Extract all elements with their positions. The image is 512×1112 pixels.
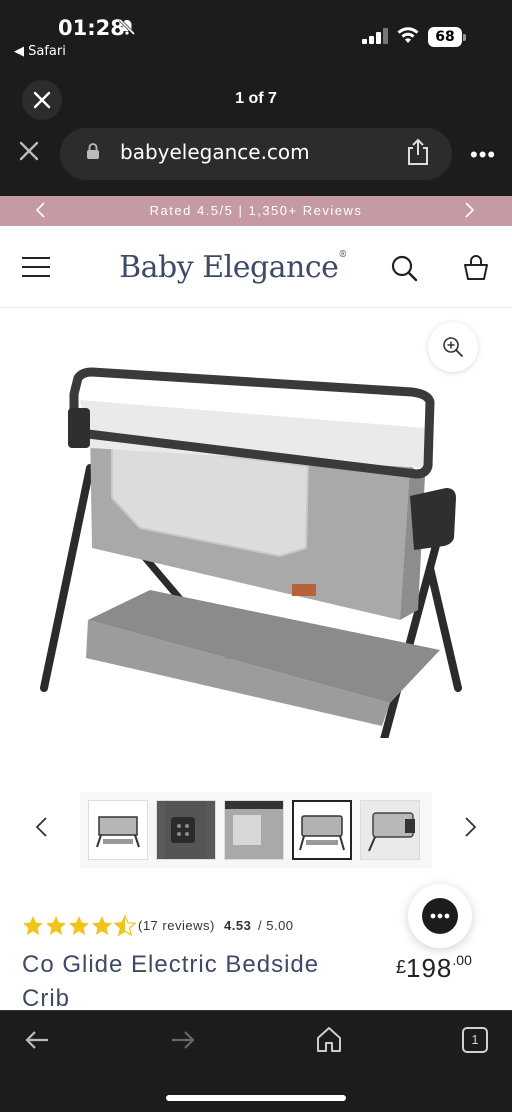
battery-indicator: 68	[428, 27, 466, 47]
address-bar-row: babyelegance.com •••	[0, 128, 512, 196]
search-icon[interactable]	[390, 254, 418, 282]
registered-mark: ®	[338, 250, 347, 260]
tabs-button[interactable]: 1	[462, 1027, 488, 1053]
star-icon	[92, 916, 112, 935]
half-star-icon	[114, 915, 136, 936]
thumbnail-1[interactable]	[88, 800, 148, 860]
chat-bubble-icon	[430, 913, 450, 919]
zoom-in-icon	[443, 337, 463, 357]
thumbnail-5-image	[361, 801, 419, 859]
battery-level: 68	[428, 27, 462, 47]
thumbnail-3-image	[225, 801, 283, 859]
review-count-link[interactable]: (17 reviews)	[138, 918, 215, 933]
viewer-bar: 1 of 7	[0, 70, 512, 128]
star-icon	[69, 916, 89, 935]
promo-banner: Rated 4.5/5 | 1,350+ Reviews	[0, 196, 512, 226]
back-arrow-icon[interactable]	[24, 1029, 50, 1051]
brand-logo-text: Baby Elegance	[119, 250, 339, 285]
bedside-crib-image[interactable]	[30, 358, 470, 738]
star-icon	[23, 916, 43, 935]
close-tab-icon[interactable]	[18, 140, 40, 162]
lock-icon	[87, 143, 99, 159]
safari-toolbar: 1	[0, 1010, 512, 1112]
thumbnail-carousel	[0, 788, 512, 870]
forward-arrow-icon[interactable]	[170, 1029, 196, 1051]
promo-text: Rated 4.5/5 | 1,350+ Reviews	[149, 203, 363, 218]
thumbnail-2[interactable]	[156, 800, 216, 860]
url-text[interactable]: babyelegance.com	[120, 140, 310, 164]
home-icon[interactable]	[316, 1025, 342, 1053]
status-time: 01:28	[58, 16, 125, 40]
home-indicator	[166, 1095, 346, 1101]
price-main: 198	[406, 953, 453, 983]
product-gallery	[0, 308, 512, 788]
page-counter: 1 of 7	[235, 90, 277, 107]
promo-next-icon[interactable]	[464, 201, 476, 219]
status-bar: 01:28 ◀ Safari 68	[0, 0, 512, 70]
cellular-signal-icon	[362, 28, 388, 44]
thumbnail-1-image	[96, 816, 140, 848]
thumbnail-3[interactable]	[224, 800, 284, 860]
product-title: Co Glide Electric Bedside Crib	[22, 951, 320, 1012]
site-header: Baby Elegance®	[0, 226, 512, 308]
back-to-safari-link[interactable]: ◀ Safari	[14, 44, 66, 59]
shopping-bag-icon[interactable]	[462, 254, 490, 282]
thumbnail-5[interactable]	[360, 800, 420, 860]
live-chat-button[interactable]	[408, 884, 472, 948]
thumbnail-2-image	[165, 801, 207, 859]
thumbnail-next-icon[interactable]	[464, 816, 478, 838]
product-price: £198.00	[396, 952, 472, 984]
thumbnail-4[interactable]	[292, 800, 352, 860]
star-icon	[46, 916, 66, 935]
more-options-icon[interactable]: •••	[470, 142, 496, 168]
price-decimal: .00	[452, 952, 472, 968]
thumbnail-strip	[80, 792, 432, 868]
price-currency: £	[396, 957, 407, 977]
silent-bell-icon	[118, 18, 136, 36]
share-icon[interactable]	[406, 138, 430, 166]
rating-value: 4.53	[224, 918, 252, 933]
product-info: (17 reviews) 4.53 / 5.00 Co Glide Electr…	[0, 870, 512, 1012]
star-rating[interactable]	[22, 914, 142, 938]
thumbnail-4-image	[299, 815, 345, 851]
rating-max: / 5.00	[258, 918, 294, 933]
thumbnail-prev-icon[interactable]	[34, 816, 48, 838]
wifi-icon	[397, 27, 419, 43]
